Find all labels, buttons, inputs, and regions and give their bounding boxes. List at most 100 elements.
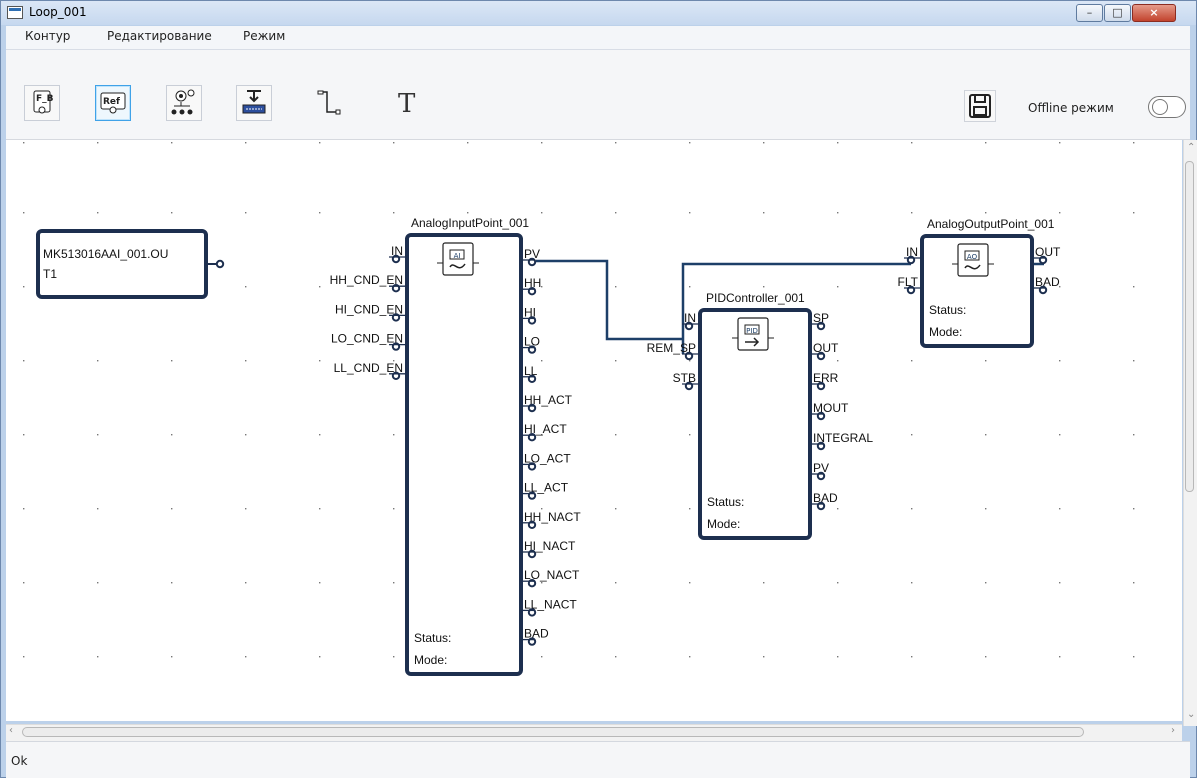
grid-dot xyxy=(1133,582,1135,584)
diagram-canvas[interactable]: MK513016AAI_001.OU T1 AnalogInputPoint_001… xyxy=(6,140,1182,721)
pid-controller-block-icon: PID xyxy=(732,317,774,351)
text-button[interactable]: T xyxy=(389,85,425,121)
grid-dot xyxy=(245,434,247,436)
grid-dot xyxy=(837,142,839,144)
grid-dot xyxy=(171,434,173,436)
grid-dot xyxy=(97,508,99,510)
diagram-svg[interactable]: MK513016AAI_001.OU T1 AnalogInputPoint_001… xyxy=(6,140,1182,721)
grid-dot xyxy=(985,434,987,436)
connection-ai-pv-to-pid-in[interactable] xyxy=(536,259,683,341)
grid-dot xyxy=(1059,434,1061,436)
analog-input-block[interactable]: AnalogInputPoint_001AIINHH_CND_ENHI_CND_… xyxy=(330,216,582,676)
reference-block[interactable]: MK513016AAI_001.OU T1 xyxy=(36,229,225,299)
function-block-button[interactable]: F_B xyxy=(24,85,60,121)
analog-input-block-icon-label: AI xyxy=(454,252,461,260)
grid-dot xyxy=(541,360,543,362)
grid-dot xyxy=(689,656,691,658)
analog-input-block-icon: AI xyxy=(437,242,479,276)
grid-dot xyxy=(985,508,987,510)
pid-controller-block-title: PIDController_001 xyxy=(706,291,805,305)
scroll-right-icon[interactable]: › xyxy=(1171,725,1175,736)
reference-output-port[interactable] xyxy=(215,259,225,269)
save-icon xyxy=(969,94,991,118)
analog-output-block-icon: AO xyxy=(952,243,994,277)
grid-dot xyxy=(911,360,913,362)
grid-dot xyxy=(1059,656,1061,658)
text-tool-icon: T xyxy=(398,89,416,117)
grid-dot xyxy=(319,212,321,214)
pid-controller-block-output-label: ERR xyxy=(813,371,839,385)
grid-dot xyxy=(615,434,617,436)
close-button[interactable]: × xyxy=(1132,4,1176,22)
grid-dot xyxy=(23,582,25,584)
analog-output-block[interactable]: AnalogOutputPoint_001AOINFLTOUTBADStatus… xyxy=(898,217,1061,348)
grid-dot xyxy=(23,142,25,144)
offline-mode-label: Offline режим xyxy=(1028,101,1114,115)
grid-dot xyxy=(985,212,987,214)
analog-input-block-input-label: LO_CND_EN xyxy=(331,332,403,346)
grid-dot xyxy=(615,508,617,510)
grid-dot xyxy=(689,508,691,510)
title-bar[interactable]: Loop_001 – □ × xyxy=(1,1,1196,25)
analog-input-block-input-label: HH_CND_EN xyxy=(330,273,403,287)
grid-dot xyxy=(1133,508,1135,510)
grid-dot xyxy=(245,286,247,288)
scroll-up-icon[interactable]: ⌃ xyxy=(1187,142,1195,153)
grid-dot xyxy=(97,360,99,362)
grid-dot xyxy=(1133,434,1135,436)
horizontal-scroll-thumb[interactable] xyxy=(22,727,1084,737)
analog-input-block-frame[interactable] xyxy=(405,233,523,676)
grid-dot xyxy=(911,142,913,144)
scroll-left-icon[interactable]: ‹ xyxy=(9,725,13,736)
grid-dot xyxy=(911,656,913,658)
grid-dot xyxy=(689,582,691,584)
grid-dot xyxy=(23,434,25,436)
grid-dot xyxy=(319,360,321,362)
grid-dot xyxy=(837,212,839,214)
grid-dot xyxy=(985,142,987,144)
grid-dot xyxy=(689,212,691,214)
scroll-down-icon[interactable]: ⌄ xyxy=(1187,709,1195,720)
grid-dot xyxy=(1133,360,1135,362)
grid-dot xyxy=(23,656,25,658)
analog-output-block-output-label: OUT xyxy=(1035,245,1061,259)
pid-controller-block[interactable]: PIDController_001PIDINREM_SPSTBSPOUTERRM… xyxy=(647,291,874,540)
grid-dot xyxy=(23,508,25,510)
network-button[interactable] xyxy=(166,85,202,121)
connector-button[interactable] xyxy=(311,85,347,121)
offline-mode-toggle[interactable] xyxy=(1148,96,1186,118)
status-text: Ok xyxy=(11,754,28,768)
menu-edit[interactable]: Редактирование xyxy=(107,29,212,43)
minimize-button[interactable]: – xyxy=(1076,4,1103,22)
download-button[interactable] xyxy=(236,85,272,121)
grid-dot xyxy=(319,142,321,144)
grid-dot xyxy=(911,434,913,436)
grid-dot xyxy=(23,286,25,288)
grid-dot xyxy=(763,212,765,214)
grid-dot xyxy=(615,212,617,214)
pid-controller-block-status-label: Status: xyxy=(707,495,744,509)
gear-network-icon xyxy=(171,89,195,115)
reference-button[interactable]: Ref xyxy=(95,85,131,121)
menu-mode[interactable]: Режим xyxy=(243,29,285,43)
download-device-icon xyxy=(242,90,266,114)
grid-dot xyxy=(319,508,321,510)
blocks[interactable]: MK513016AAI_001.OU T1 AnalogInputPoint_001… xyxy=(36,216,1061,676)
grid-dot xyxy=(763,286,765,288)
maximize-button[interactable]: □ xyxy=(1104,4,1131,22)
pid-controller-block-icon-label: PID xyxy=(746,327,758,335)
vertical-scroll-thumb[interactable] xyxy=(1185,161,1194,492)
reference-icon-label: Ref xyxy=(103,97,120,107)
analog-output-block-mode-label: Mode: xyxy=(929,325,962,339)
pid-controller-block-output-label: OUT xyxy=(813,341,839,355)
grid-dot xyxy=(837,286,839,288)
menu-bar: Контур Редактирование Режим xyxy=(6,26,1190,50)
save-button[interactable] xyxy=(964,90,996,122)
grid-dot xyxy=(689,434,691,436)
grid-dot xyxy=(393,434,395,436)
connector-line-icon xyxy=(317,90,341,115)
grid-dot xyxy=(541,212,543,214)
application-window: Loop_001 – □ × Контур Редактирование Реж… xyxy=(0,0,1197,778)
menu-contour[interactable]: Контур xyxy=(25,29,70,43)
grid-dot xyxy=(689,286,691,288)
